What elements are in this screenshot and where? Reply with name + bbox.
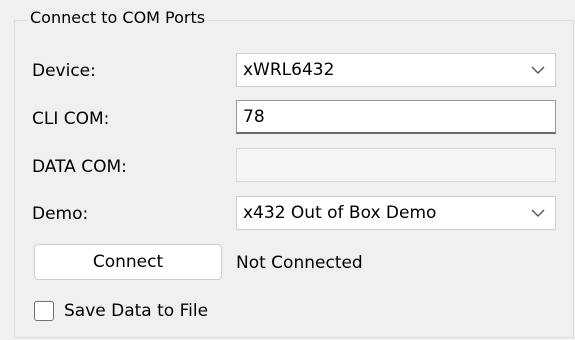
connect-button[interactable]: Connect	[34, 244, 222, 280]
chevron-down-icon	[531, 209, 545, 217]
save-data-label[interactable]: Save Data to File	[64, 300, 208, 322]
connection-status: Not Connected	[236, 253, 363, 273]
group-title: Connect to COM Ports	[27, 8, 209, 28]
cli-com-input[interactable]: 78	[236, 100, 556, 134]
data-com-input[interactable]	[236, 148, 556, 182]
data-com-label: DATA COM:	[32, 157, 127, 177]
save-data-checkbox[interactable]	[34, 301, 54, 321]
device-select[interactable]: xWRL6432	[236, 53, 556, 87]
cli-com-label: CLI COM:	[32, 109, 110, 129]
demo-select-value: x432 Out of Box Demo	[243, 203, 437, 223]
demo-label: Demo:	[32, 204, 89, 224]
com-port-panel: Connect to COM Ports Device: xWRL6432 CL…	[0, 0, 575, 340]
device-label: Device:	[32, 61, 96, 81]
chevron-down-icon	[531, 66, 545, 74]
device-select-value: xWRL6432	[243, 60, 335, 80]
demo-select[interactable]: x432 Out of Box Demo	[236, 196, 556, 230]
